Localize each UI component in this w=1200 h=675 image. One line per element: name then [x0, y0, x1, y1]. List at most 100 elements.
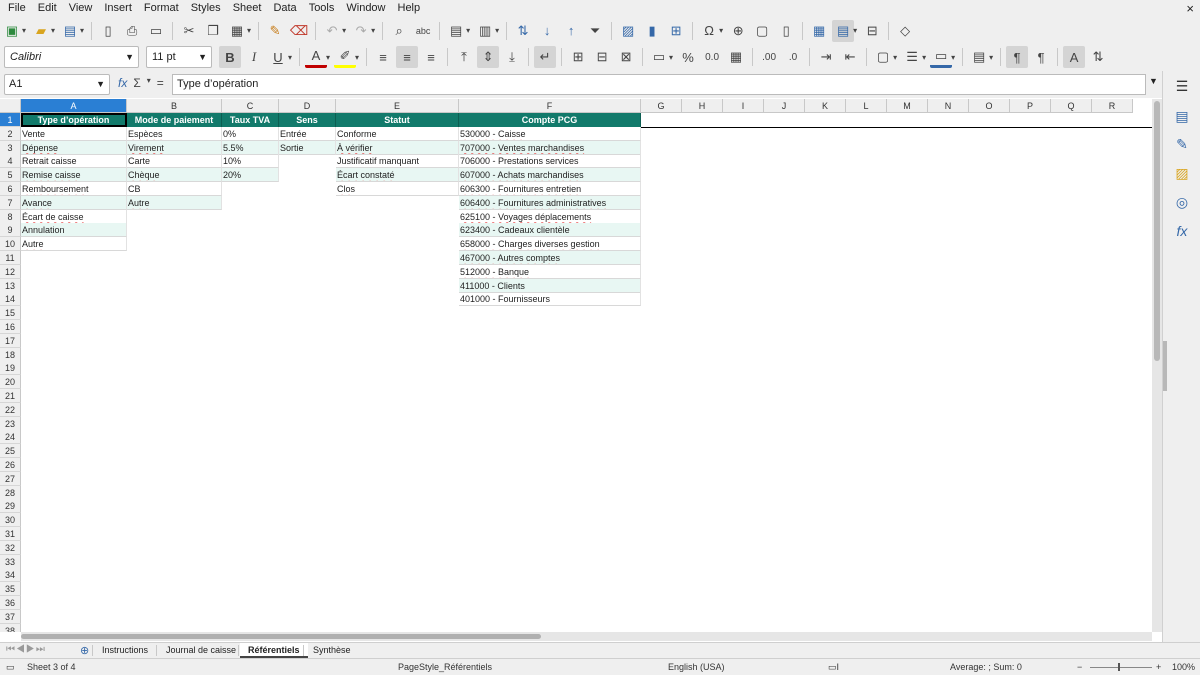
font-name-box[interactable]: Calibri ▼	[4, 46, 139, 68]
new-document-icon[interactable]: ▣	[1, 20, 23, 42]
table-cell[interactable]: 607000 - Achats marchandises	[459, 168, 641, 183]
freeze-rows-columns-icon[interactable]: ▤	[832, 19, 855, 42]
clear-formatting-icon[interactable]: ⌫	[288, 20, 310, 42]
table-cell[interactable]: 401000 - Fournisseurs	[459, 292, 641, 307]
conditional-format-icon[interactable]: ▤	[968, 46, 990, 68]
navigator-icon[interactable]: ◎	[1173, 193, 1191, 211]
zoom-out-icon[interactable]: −	[1077, 662, 1082, 672]
column-header-a[interactable]: A	[21, 99, 127, 113]
table-cell[interactable]: 10%	[222, 154, 279, 169]
highlight-color-icon[interactable]: ✐	[334, 46, 357, 68]
insert-chart-icon[interactable]: ▮	[641, 20, 663, 42]
row-header-26[interactable]: 26	[0, 458, 21, 472]
row-header-5[interactable]: 5	[0, 168, 21, 183]
row-header-34[interactable]: 34	[0, 568, 21, 583]
table-cell[interactable]: 623400 - Cadeaux clientèle	[459, 223, 641, 238]
save-icon[interactable]: ▤	[59, 20, 81, 42]
gallery-icon[interactable]: ▨	[1173, 164, 1191, 182]
column-header-n[interactable]: N	[928, 99, 969, 113]
table-cell[interactable]: 512000 - Banque	[459, 264, 641, 279]
insert-image-icon[interactable]: ▨	[617, 20, 639, 42]
bold-icon[interactable]: B	[219, 46, 241, 68]
decrease-indent-icon[interactable]: ⇤	[839, 46, 861, 68]
percent-format-icon[interactable]: %	[677, 46, 699, 68]
horizontal-scrollbar[interactable]	[21, 632, 1152, 641]
border-color-dropdown-icon[interactable]: ▾	[951, 53, 955, 62]
name-box-dropdown-icon[interactable]: ▼	[96, 75, 105, 94]
formula-icon[interactable]: =	[157, 76, 164, 90]
table-cell[interactable]: Vente	[21, 126, 127, 141]
horizontal-scroll-thumb[interactable]	[21, 634, 541, 639]
table-header-cell[interactable]: Taux TVA	[222, 113, 279, 127]
column-header-b[interactable]: B	[127, 99, 222, 113]
column-dropdown-icon[interactable]: ▾	[495, 26, 499, 35]
row-header-22[interactable]: 22	[0, 402, 21, 417]
row-header-29[interactable]: 29	[0, 499, 21, 514]
table-cell[interactable]: Retrait caisse	[21, 154, 127, 169]
borders-icon[interactable]: ▢	[872, 46, 894, 68]
zoom-level[interactable]: 100%	[1172, 662, 1195, 672]
function-wizard-icon[interactable]: fx	[118, 76, 127, 90]
table-cell[interactable]: Écart constaté	[336, 168, 459, 183]
row-header-19[interactable]: 19	[0, 361, 21, 376]
conditional-dropdown-icon[interactable]: ▾	[989, 53, 993, 62]
table-cell[interactable]: 5.5%	[222, 140, 279, 155]
table-cell[interactable]: Virement	[127, 140, 222, 155]
border-color-icon[interactable]: ▭	[930, 46, 953, 68]
table-cell[interactable]: Avance	[21, 195, 127, 210]
functions-icon[interactable]: fx	[1173, 222, 1191, 240]
styles-icon[interactable]: ✎	[1173, 135, 1191, 153]
sum-icon[interactable]: Σ	[133, 76, 140, 90]
currency-dropdown-icon[interactable]: ▾	[669, 53, 673, 62]
sort-icon[interactable]: ⇅	[512, 20, 534, 42]
find-replace-icon[interactable]: ⌕	[388, 20, 410, 42]
special-character-icon[interactable]: Ω	[698, 20, 720, 42]
menu-help[interactable]: Help	[392, 0, 427, 17]
formula-input[interactable]: Type d’opération	[172, 74, 1146, 95]
sidebar-handle[interactable]	[1163, 341, 1167, 391]
row-header-4[interactable]: 4	[0, 154, 21, 169]
show-draw-functions-icon[interactable]: ◇	[894, 20, 916, 42]
menu-window[interactable]: Window	[340, 0, 391, 17]
borders-dropdown-icon[interactable]: ▾	[893, 53, 897, 62]
increase-indent-icon[interactable]: ⇥	[815, 46, 837, 68]
row-header-27[interactable]: 27	[0, 471, 21, 486]
unmerge-cells-icon[interactable]: ⊠	[615, 46, 637, 68]
row-header-21[interactable]: 21	[0, 389, 21, 403]
table-cell[interactable]: 706000 - Prestations services	[459, 154, 641, 169]
table-cell[interactable]: 0%	[222, 126, 279, 141]
undo-icon[interactable]: ↶	[321, 20, 343, 42]
delete-decimal-icon[interactable]: .0	[782, 46, 804, 68]
align-center-icon[interactable]: ≡	[396, 46, 419, 68]
row-header-8[interactable]: 8	[0, 209, 21, 224]
row-header-18[interactable]: 18	[0, 347, 21, 362]
new-dropdown-icon[interactable]: ▾	[22, 26, 26, 35]
table-cell[interactable]: Remise caisse	[21, 168, 127, 183]
table-cell[interactable]: 707000 - Ventes marchandises	[459, 140, 641, 155]
select-all-corner[interactable]	[0, 99, 21, 113]
column-header-c[interactable]: C	[222, 99, 279, 113]
row-header-23[interactable]: 23	[0, 416, 21, 431]
autofilter-icon[interactable]: ⏷	[584, 20, 606, 42]
table-cell[interactable]: 625100 - Voyages déplacements	[459, 209, 641, 224]
table-cell[interactable]: 658000 - Charges diverses gestion	[459, 237, 641, 252]
column-header-p[interactable]: P	[1010, 99, 1051, 113]
zoom-slider[interactable]	[1090, 667, 1152, 668]
pivot-table-icon[interactable]: ⊞	[665, 20, 687, 42]
expand-formula-icon[interactable]: ▼	[1149, 76, 1158, 86]
save-dropdown-icon[interactable]: ▾	[80, 26, 84, 35]
sort-ascending-icon[interactable]: ↓	[536, 20, 558, 42]
table-cell[interactable]: CB	[127, 182, 222, 196]
table-cell[interactable]: Autre	[21, 237, 127, 252]
row-header-6[interactable]: 6	[0, 182, 21, 196]
row-header-37[interactable]: 37	[0, 609, 21, 624]
underline-dropdown-icon[interactable]: ▾	[288, 53, 292, 62]
row-header-7[interactable]: 7	[0, 195, 21, 210]
column-header-o[interactable]: O	[969, 99, 1010, 113]
column-header-k[interactable]: K	[805, 99, 846, 113]
export-pdf-icon[interactable]: ▯	[97, 20, 119, 42]
table-header-cell[interactable]: Compte PCG	[459, 113, 641, 127]
selection-mode-icon[interactable]: ▭I	[828, 662, 839, 673]
row-header-15[interactable]: 15	[0, 306, 21, 321]
currency-format-icon[interactable]: ▭	[648, 46, 670, 68]
